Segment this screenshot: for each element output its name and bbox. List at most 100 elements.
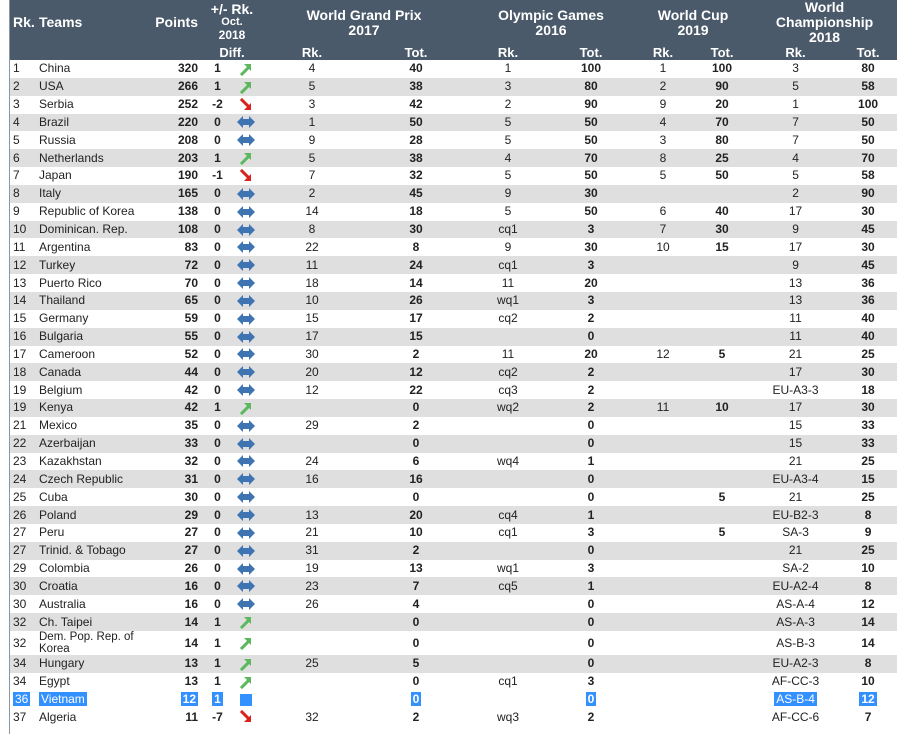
team-name-text: Belgium xyxy=(39,382,83,397)
wc-rank-cell: 11 xyxy=(634,399,693,417)
wgp-rank-cell: 9 xyxy=(260,131,364,149)
table-row[interactable]: 21 Mexico 35 0 29 2 0 15 33 xyxy=(9,417,897,435)
rank-diff-cell-text: 0 xyxy=(214,346,221,361)
table-row[interactable]: 3 Serbia 252 -2 3 42 2 90 9 20 1 100 xyxy=(9,96,897,114)
table-row[interactable]: 9 Republic of Korea 138 0 14 18 5 50 6 40 17 30 xyxy=(9,203,897,221)
table-row[interactable]: 8 Italy 165 0 2 45 9 30 2 90 xyxy=(9,184,898,203)
table-row[interactable]: 37 Algeria 11 -7 32 2 wq3 2 AF-CC-6 7 xyxy=(9,709,897,727)
rank-cell-text: 22 xyxy=(13,436,27,451)
table-row[interactable]: 4 Brazil 220 0 1 50 5 50 4 70 7 50 xyxy=(9,113,898,132)
wc-rank-cell xyxy=(634,631,692,655)
header-world-cup[interactable]: World Cup 2019 xyxy=(634,0,753,45)
wgp-total-cell-text: 30 xyxy=(409,222,423,237)
points-cell-text: 14 xyxy=(184,614,198,629)
table-row[interactable]: 30 Croatia 16 0 23 7 cq5 1 EU-A2-4 8 xyxy=(9,577,898,596)
table-row[interactable]: 32 Ch. Taipei 14 1 0 0 AS-A-3 14 xyxy=(9,613,898,631)
table-row[interactable]: 11 Argentina 83 0 22 8 9 30 10 15 17 30 xyxy=(9,238,897,256)
double-arrow-horizontal-icon xyxy=(231,274,260,292)
wgp-total-cell-text: 42 xyxy=(409,97,423,112)
table-row[interactable]: 34 Egypt 13 1 0 cq1 3 AF-CC-3 10 xyxy=(9,673,897,691)
og-total-cell: 0 xyxy=(548,595,634,613)
table-row[interactable]: 27 Peru 27 0 21 10 cq1 3 5 SA-3 9 xyxy=(9,524,897,542)
og-rank-cell: 5 xyxy=(468,203,548,221)
table-row[interactable]: 14 Thailand 65 0 10 26 wq1 3 13 36 xyxy=(9,291,898,310)
wch-rank-cell-text: 15 xyxy=(788,418,803,433)
rank-diff-cell: 0 xyxy=(204,541,231,560)
table-row[interactable]: 16 Bulgaria 55 0 17 15 0 11 40 xyxy=(9,327,898,346)
points-cell: 252 xyxy=(138,96,204,114)
table-row[interactable]: 6 Netherlands 203 1 5 38 4 70 8 25 4 70 xyxy=(9,149,898,168)
wgp-rank-cell: 13 xyxy=(260,506,364,524)
table-row[interactable]: 12 Turkey 72 0 11 24 cq1 3 9 45 xyxy=(9,256,898,275)
header-rank-diff[interactable]: +/- Rk. Oct. 2018 xyxy=(204,0,260,45)
wch-rank-cell-text: 7 xyxy=(792,132,799,147)
wc-total-cell-text: 10 xyxy=(715,400,729,415)
wgp-total-cell-text: 12 xyxy=(409,364,423,379)
header-world-championship[interactable]: World Championship 2018 xyxy=(752,0,898,45)
table-row[interactable]: 13 Puerto Rico 70 0 18 14 11 20 13 36 xyxy=(9,274,897,292)
og-total-cell-text: 2 xyxy=(587,709,595,724)
og-rank-cell-text: cq2 xyxy=(498,364,518,379)
table-row[interactable]: 1 China 320 1 4 40 1 100 1 100 3 80 xyxy=(9,60,897,78)
header-teams[interactable]: Teams xyxy=(35,0,138,45)
rank-cell-text: 25 xyxy=(13,489,27,504)
og-rank-cell: 5 xyxy=(468,167,548,185)
wgp-total-cell: 26 xyxy=(364,291,468,310)
header-world-grand-prix[interactable]: World Grand Prix 2017 xyxy=(260,0,468,45)
table-row[interactable]: 5 Russia 208 0 9 28 5 50 3 80 7 50 xyxy=(9,131,897,149)
wgp-rank-cell: 8 xyxy=(260,220,364,239)
table-row[interactable]: 18 Canada 44 0 20 12 cq2 2 17 30 xyxy=(9,363,898,382)
points-cell-text: 30 xyxy=(184,489,198,504)
table-row[interactable]: 22 Azerbaijan 33 0 0 0 15 33 xyxy=(9,434,898,453)
table-row[interactable]: 19 Belgium 42 0 12 22 cq3 2 EU-A3-3 18 xyxy=(9,381,897,399)
wgp-total-cell: 0 xyxy=(364,434,468,453)
wch-total-cell-text: 40 xyxy=(861,329,875,344)
wch-rank-cell-text: 17 xyxy=(788,204,803,219)
table-row[interactable]: 25 Cuba 30 0 0 0 5 21 25 xyxy=(9,488,897,506)
header-points[interactable]: Points xyxy=(138,0,204,45)
table-row[interactable]: 19 Kenya 42 1 0 wq2 2 11 10 17 30 xyxy=(9,399,898,417)
wgp-rank-cell: 30 xyxy=(260,346,364,364)
table-row[interactable]: 15 Germany 59 0 15 17 cq2 2 11 40 xyxy=(9,310,897,328)
rank-cell-text: 10 xyxy=(13,222,27,237)
points-cell-text: 16 xyxy=(184,596,198,611)
header-olympic-games[interactable]: Olympic Games 2016 xyxy=(468,0,635,45)
points-cell-text: 13 xyxy=(184,674,198,689)
wgp-rank-cell: 5 xyxy=(260,149,364,168)
team-name-text: USA xyxy=(39,79,64,94)
wch-rank-cell-text: SA-3 xyxy=(782,525,809,540)
table-row[interactable]: 24 Czech Republic 31 0 16 16 0 EU-A3-4 15 xyxy=(9,470,898,489)
table-row[interactable]: 23 Kazakhstan 32 0 24 6 wq4 1 21 25 xyxy=(9,453,897,471)
table-row[interactable]: 10 Dominican. Rep. 108 0 8 30 cq1 3 7 30 9 45 xyxy=(9,220,898,239)
wc-total-cell xyxy=(692,470,753,489)
rank-diff-cell-text: 0 xyxy=(214,186,221,201)
og-total-cell-text: 0 xyxy=(587,489,595,504)
wc-total-cell xyxy=(692,541,753,560)
wch-total-cell: 30 xyxy=(839,203,897,221)
header-rk[interactable]: Rk. xyxy=(9,0,35,45)
table-row[interactable]: 34 Hungary 13 1 25 5 0 EU-A2-3 8 xyxy=(9,655,898,673)
arrow-up-right-icon xyxy=(231,613,260,631)
og-rank-cell xyxy=(468,541,548,560)
wc-rank-cell xyxy=(634,488,692,506)
header-wch-tot: Tot. xyxy=(839,45,898,60)
wc-rank-cell xyxy=(634,327,693,346)
wgp-total-cell-text: 45 xyxy=(409,186,423,201)
table-row[interactable]: 30 Australia 16 0 26 4 0 AS-A-4 12 xyxy=(9,595,897,613)
table-row[interactable]: 26 Poland 29 0 13 20 cq4 1 EU-B2-3 8 xyxy=(9,506,898,524)
wc-total-cell xyxy=(692,434,753,453)
table-row[interactable]: 36 Vietnam 12 1 0 0 AS-B-4 12 xyxy=(9,690,898,709)
wgp-rank-cell: 10 xyxy=(260,291,364,310)
wch-total-cell-text: 8 xyxy=(864,507,872,522)
table-row[interactable]: 17 Cameroon 52 0 30 2 11 20 12 5 21 25 xyxy=(9,346,897,364)
og-rank-cell xyxy=(468,631,548,655)
rank-cell: 15 xyxy=(9,310,35,328)
table-row[interactable]: 27 Trinid. & Tobago 27 0 31 2 0 21 25 xyxy=(9,541,898,560)
points-cell: 165 xyxy=(138,184,204,203)
table-row[interactable]: 29 Colombia 26 0 19 13 wq1 3 SA-2 10 xyxy=(9,560,897,578)
table-row[interactable]: 2 USA 266 1 5 38 3 80 2 90 5 58 xyxy=(9,77,898,96)
wc-total-cell-text: 5 xyxy=(718,525,726,540)
table-row[interactable]: 7 Japan 190 -1 7 32 5 50 5 50 5 58 xyxy=(9,167,897,185)
table-row[interactable]: 32 Dem. Pop. Rep. of Korea 14 1 0 0 AS-B-3 14 xyxy=(9,631,897,655)
wch-rank-cell-text: EU-A2-4 xyxy=(772,578,819,593)
